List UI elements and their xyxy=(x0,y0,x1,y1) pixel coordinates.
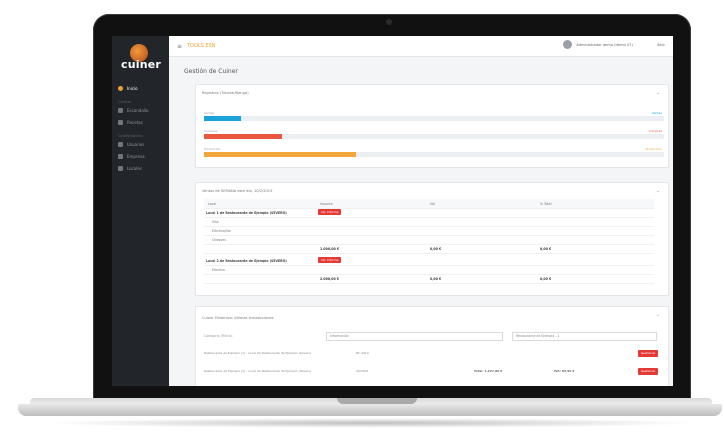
webcam xyxy=(386,19,392,25)
user-name: Administrador demo (demo V7) xyxy=(576,42,633,47)
progress-bar-ventas xyxy=(204,116,664,121)
logout-link[interactable]: Salir xyxy=(657,43,665,47)
category-select-value: Información xyxy=(330,334,349,338)
sidebar-item-label: Usuarios xyxy=(127,141,145,147)
sidebar-item-label: Inicio xyxy=(127,85,138,91)
sales-panel-title: Ventas de SEMANA este día, 10/2/2019 xyxy=(202,189,273,193)
bar-right-label: Producción xyxy=(645,147,662,151)
menu-icon[interactable]: ≡ xyxy=(177,43,182,50)
col-iva: IVA xyxy=(430,202,436,206)
sidebar-header-config: Configuración xyxy=(118,134,143,138)
row-label: Efectivo/Var xyxy=(212,229,232,233)
laptop-mockup: cuiner Inicio Control Escandallo Recetas… xyxy=(0,0,724,434)
transaction-total: Total: 1.227,00 € xyxy=(474,369,503,373)
filter-label: Categoría (Filtros) xyxy=(204,334,233,338)
sidebar-item-label: Locales xyxy=(127,165,142,171)
sidebar-header-control: Control xyxy=(118,100,131,104)
total-iva: 0,00 € xyxy=(430,247,442,251)
progress-panel: Registros (Tutorial/Nanga) ⌄ Ventas Vent… xyxy=(195,84,669,168)
book-icon xyxy=(118,119,123,125)
table-total-row: 2.000,00 € 0,00 € 0,00 € xyxy=(204,274,654,284)
page-title: Gestión de Cuiner xyxy=(184,68,238,75)
sidebar-item-recetas[interactable]: Recetas xyxy=(112,116,169,128)
sales-table-panel: Ventas de SEMANA este día, 10/2/2019 ⌄ L… xyxy=(195,182,669,296)
manage-button[interactable]: Gestionar xyxy=(638,350,658,357)
topbar: ≡ TOOLS ESN Administrador demo (demo V7)… xyxy=(169,36,673,57)
progress-bar-compras xyxy=(204,134,664,139)
col-local: Local xyxy=(208,202,217,206)
laptop-shadow xyxy=(40,418,700,428)
transaction-iva: IVA: 82,50 € xyxy=(554,369,575,373)
logo[interactable]: cuiner xyxy=(118,44,164,74)
col-total: % Total xyxy=(540,202,552,206)
total-importe: 1.000,00 € xyxy=(320,247,340,251)
sidebar: cuiner Inicio Control Escandallo Recetas… xyxy=(112,36,169,386)
progress-panel-title: Registros (Tutorial/Nanga) xyxy=(202,91,249,95)
transaction-code: 42/3001 xyxy=(356,369,369,373)
manage-button[interactable]: Gestionar xyxy=(638,368,658,375)
bar-label: Compras xyxy=(204,129,218,133)
side-menu: Inicio Control Escandallo Recetas Config… xyxy=(112,82,169,174)
list-icon xyxy=(118,107,123,113)
transaction-code: RC-2019 xyxy=(356,351,369,355)
chevron-down-icon[interactable]: ⌄ xyxy=(656,90,660,96)
transactions-panel: Cuiner Dinámico: últimas transacciones ⌄… xyxy=(195,306,669,386)
progress-fill xyxy=(204,116,241,121)
avatar xyxy=(563,40,573,49)
bar-right-label: Compras xyxy=(648,129,662,133)
logo-text: cuiner xyxy=(120,58,162,71)
sidebar-item-empresa[interactable]: Empresa xyxy=(112,150,169,162)
row-label: Visa xyxy=(212,220,219,224)
col-importe: Importe xyxy=(320,202,333,206)
user-icon xyxy=(118,141,123,147)
sidebar-item-locales[interactable]: Locales xyxy=(112,162,169,174)
row-label: Cheques xyxy=(212,238,226,242)
progress-fill xyxy=(204,134,283,139)
bar-label: Producción xyxy=(204,147,221,151)
home-icon xyxy=(118,85,123,91)
total-percent: 0,00 € xyxy=(540,247,552,251)
view-report-button[interactable]: Ver informe xyxy=(318,257,342,263)
total-importe: 2.000,00 € xyxy=(320,277,340,281)
sidebar-item-escandallo[interactable]: Escandallo xyxy=(112,104,169,116)
topbar-title: TOOLS ESN xyxy=(187,43,216,49)
bar-label: Ventas xyxy=(204,111,215,115)
building-icon xyxy=(118,153,123,159)
row-label: Efectivo xyxy=(212,268,225,272)
bar-right-label: Ventas xyxy=(651,111,662,115)
sidebar-item-usuarios[interactable]: Usuarios xyxy=(112,138,169,150)
total-iva: 0,00 € xyxy=(430,277,442,281)
total-percent: 0,00 € xyxy=(540,277,552,281)
transaction-text: Restaurante de Ejemplo (1) - Local de Re… xyxy=(204,351,312,355)
category-select[interactable]: Información xyxy=(326,332,503,341)
sidebar-item-label: Empresa xyxy=(127,153,145,159)
chevron-down-icon[interactable]: ⌄ xyxy=(656,188,660,194)
laptop-base xyxy=(18,404,722,416)
progress-fill xyxy=(204,152,356,157)
sidebar-item-label: Recetas xyxy=(127,119,143,125)
local-select-value: Restaurante de Ejemplo - 1 xyxy=(516,334,560,338)
store-icon xyxy=(118,165,123,171)
transactions-panel-title: Cuiner Dinámico: últimas transacciones xyxy=(202,316,274,320)
sidebar-item-label: Escandallo xyxy=(127,107,149,113)
view-report-button[interactable]: Ver informe xyxy=(318,209,342,215)
section-title: Local 1 de Restaurante de Ejemplo (SEVER… xyxy=(206,211,287,215)
chevron-down-icon[interactable]: ⌄ xyxy=(656,312,660,318)
user-menu[interactable]: Administrador demo (demo V7) xyxy=(563,40,633,49)
screen: cuiner Inicio Control Escandallo Recetas… xyxy=(112,36,673,386)
table-total-row: 1.000,00 € 0,00 € 0,00 € xyxy=(204,244,654,254)
section-title: Local 2 de Restaurante de Ejemplo (SEVER… xyxy=(206,259,287,263)
transaction-text: Restaurante de Ejemplo (1) - Local de Re… xyxy=(204,369,312,373)
local-select[interactable]: Restaurante de Ejemplo - 1 xyxy=(512,332,657,341)
progress-bar-produccion xyxy=(204,152,664,157)
sidebar-item-inicio[interactable]: Inicio xyxy=(112,82,169,94)
